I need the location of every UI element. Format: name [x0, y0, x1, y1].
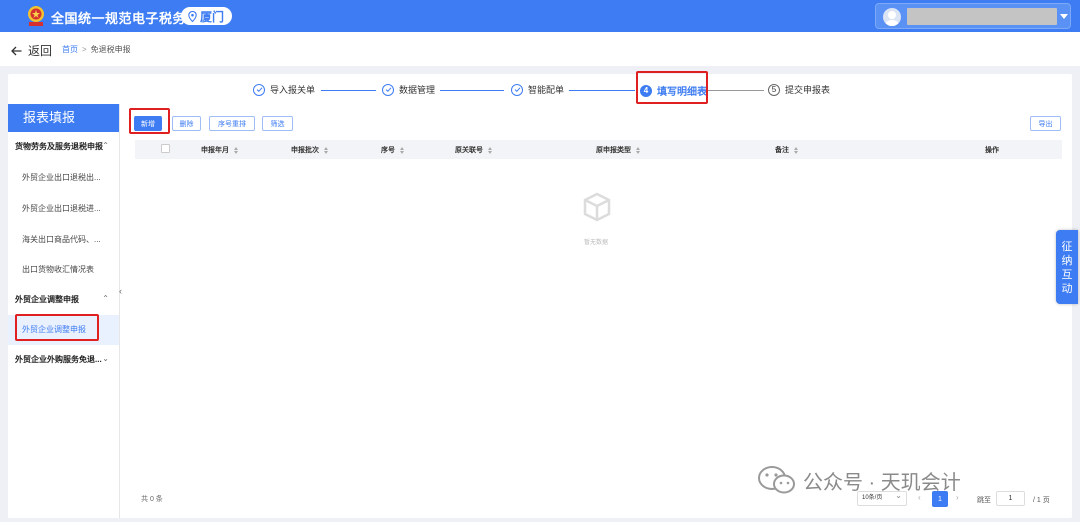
sidebar-group-goods-services-refund[interactable]: 货物劳务及服务退税申报 ⌃ — [8, 141, 119, 152]
breadcrumb-separator: > — [82, 45, 87, 54]
step-connector — [569, 90, 635, 91]
empty-state-text: 暂无数据 — [584, 240, 609, 246]
collapse-sidebar-icon[interactable]: ‹ — [119, 286, 122, 296]
top-header: 全国统一规范电子税务局 厦门 — [0, 0, 1080, 32]
table-header: 申报年月 申报批次 序号 原关联号 原申报类型 备注 操作 — [135, 140, 1062, 159]
back-label: 返回 — [28, 44, 53, 58]
sidebar-group-label: 外贸企业调整申报 — [15, 295, 79, 304]
sidebar-group-label: 货物劳务及服务退税申报 — [15, 142, 103, 151]
sort-icon — [794, 146, 798, 154]
sidebar-item-forex-receipt[interactable]: 出口货物收汇情况表 — [8, 264, 119, 275]
breadcrumb: 首页 > 免退税申报 — [62, 44, 131, 55]
column-header-actions: 操作 — [985, 147, 999, 154]
sort-icon — [324, 146, 328, 154]
sort-icon — [234, 146, 238, 154]
sidebar-item-customs-code[interactable]: 海关出口商品代码、... — [8, 234, 119, 245]
sidebar-group-adjustment[interactable]: 外贸企业调整申报 ⌃ — [8, 294, 119, 305]
site-title: 全国统一规范电子税务局 — [51, 11, 200, 26]
highlight-box — [129, 108, 170, 134]
watermark: 公众号 · 天玑会计 — [757, 465, 961, 495]
export-button[interactable]: 导出 — [1030, 116, 1061, 131]
sidebar: 报表填报 货物劳务及服务退税申报 ⌃ 外贸企业出口退税出... 外贸企业出口退税… — [8, 104, 119, 518]
sidebar-group-label: 外贸企业外购服务免退... — [15, 355, 102, 364]
breadcrumb-home-link[interactable]: 首页 — [62, 44, 78, 55]
float-tab-char: 互 — [1061, 269, 1073, 281]
breadcrumb-bar: 返回 首页 > 免退税申报 — [0, 32, 1080, 66]
column-header-orig-link[interactable]: 原关联号 — [455, 145, 492, 155]
delete-button[interactable]: 删除 — [172, 116, 201, 131]
wechat-icon — [758, 466, 795, 494]
sort-icon — [636, 146, 640, 154]
sidebar-item-export-refund-in[interactable]: 外贸企业出口退税进... — [8, 203, 119, 214]
column-header-period[interactable]: 申报年月 — [201, 145, 238, 155]
sort-icon — [488, 146, 492, 154]
column-header-batch[interactable]: 申报批次 — [291, 145, 328, 155]
watermark-text: 公众号 · 天玑会计 — [803, 471, 961, 494]
float-tab-char: 征 — [1061, 241, 1073, 253]
sidebar-divider — [119, 104, 120, 518]
chevron-up-icon: ⌃ — [102, 294, 109, 303]
column-header-orig-type[interactable]: 原申报类型 — [596, 145, 640, 155]
back-button[interactable]: 返回 — [11, 42, 52, 59]
sort-icon — [400, 146, 404, 154]
check-circle-icon — [253, 83, 265, 96]
step-data-management[interactable]: 数据管理 — [382, 83, 435, 96]
chevron-down-icon: ⌄ — [102, 354, 109, 363]
step-label: 数据管理 — [399, 85, 436, 95]
step-submit-report[interactable]: 5 提交申报表 — [768, 83, 830, 96]
sidebar-group-purchased-services[interactable]: 外贸企业外购服务免退... ⌄ — [8, 354, 119, 365]
location-pin-icon — [188, 10, 197, 22]
interaction-float-tab[interactable]: 征 纳 互 动 — [1056, 230, 1078, 304]
sidebar-item-export-refund-out[interactable]: 外贸企业出口退税出... — [8, 172, 119, 183]
select-all-checkbox[interactable] — [161, 144, 170, 153]
step-label: 智能配单 — [528, 85, 565, 95]
jump-label: 跳至 — [977, 497, 991, 504]
arrow-left-icon — [11, 46, 22, 55]
column-header-remark[interactable]: 备注 — [775, 145, 798, 155]
jump-page-input[interactable]: 1 — [996, 491, 1025, 506]
step-smart-matching[interactable]: 智能配单 — [511, 83, 564, 96]
total-pages-label: / 1 页 — [1033, 497, 1050, 504]
renumber-button[interactable]: 序号重排 — [209, 116, 255, 131]
step-number-badge: 5 — [768, 83, 780, 96]
empty-box-icon — [583, 192, 611, 222]
chevron-up-icon: ⌃ — [102, 141, 109, 150]
highlight-box — [15, 314, 99, 341]
total-count: 共 0 条 — [141, 496, 163, 503]
check-circle-icon — [511, 83, 523, 96]
breadcrumb-current: 免退税申报 — [90, 45, 131, 54]
step-connector — [706, 90, 764, 91]
step-connector — [440, 90, 504, 91]
tax-emblem-icon — [28, 6, 44, 26]
user-menu[interactable] — [875, 3, 1071, 29]
region-label: 厦门 — [200, 9, 225, 24]
filter-button[interactable]: 筛选 — [262, 116, 293, 131]
avatar — [883, 8, 901, 26]
step-label: 提交申报表 — [785, 85, 831, 95]
float-tab-char: 纳 — [1061, 255, 1073, 267]
column-header-seq[interactable]: 序号 — [381, 145, 404, 155]
float-tab-char: 动 — [1061, 283, 1073, 295]
step-import-declaration[interactable]: 导入报关单 — [253, 83, 315, 96]
check-circle-icon — [382, 83, 394, 96]
chevron-down-icon — [1060, 14, 1068, 19]
region-selector[interactable]: 厦门 — [181, 7, 233, 25]
user-name-redacted — [907, 8, 1057, 25]
step-connector — [321, 90, 376, 91]
sidebar-title: 报表填报 — [8, 104, 119, 132]
step-label: 导入报关单 — [270, 85, 316, 95]
highlight-box — [636, 71, 708, 104]
